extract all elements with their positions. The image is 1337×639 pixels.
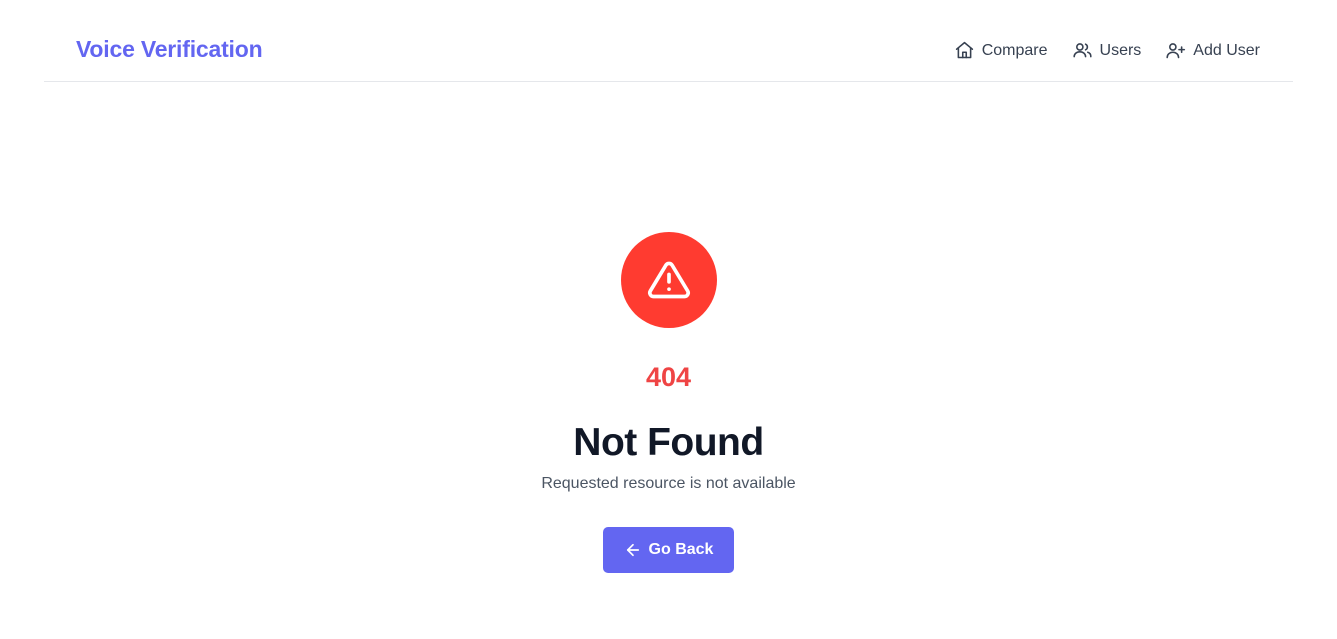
brand-title[interactable]: Voice Verification xyxy=(76,36,263,63)
page-title: Not Found xyxy=(573,421,764,464)
main-nav: Compare Users Add User xyxy=(954,40,1260,61)
arrow-left-icon xyxy=(626,543,639,557)
nav-item-label: Users xyxy=(1099,41,1142,59)
error-panel: 404 Not Found Requested resource is not … xyxy=(0,232,1337,573)
error-message: Requested resource is not available xyxy=(541,475,796,492)
error-code: 404 xyxy=(645,362,692,392)
warning-triangle-icon xyxy=(647,261,690,299)
top-header: Voice Verification Compare Users Add Use… xyxy=(44,0,1293,82)
nav-item-label: Add User xyxy=(1193,41,1260,59)
nav-item-users[interactable]: Users xyxy=(1072,40,1142,61)
home-icon xyxy=(955,41,973,59)
alert-circle xyxy=(620,232,717,328)
users-icon xyxy=(1072,43,1092,58)
go-back-label: Go Back xyxy=(648,541,714,558)
go-back-button[interactable]: Go Back xyxy=(603,527,734,573)
nav-item-compare[interactable]: Compare xyxy=(954,40,1048,61)
nav-item-add-user[interactable]: Add User xyxy=(1165,40,1260,61)
nav-item-label: Compare xyxy=(981,41,1048,59)
user-plus-icon xyxy=(1166,43,1186,59)
